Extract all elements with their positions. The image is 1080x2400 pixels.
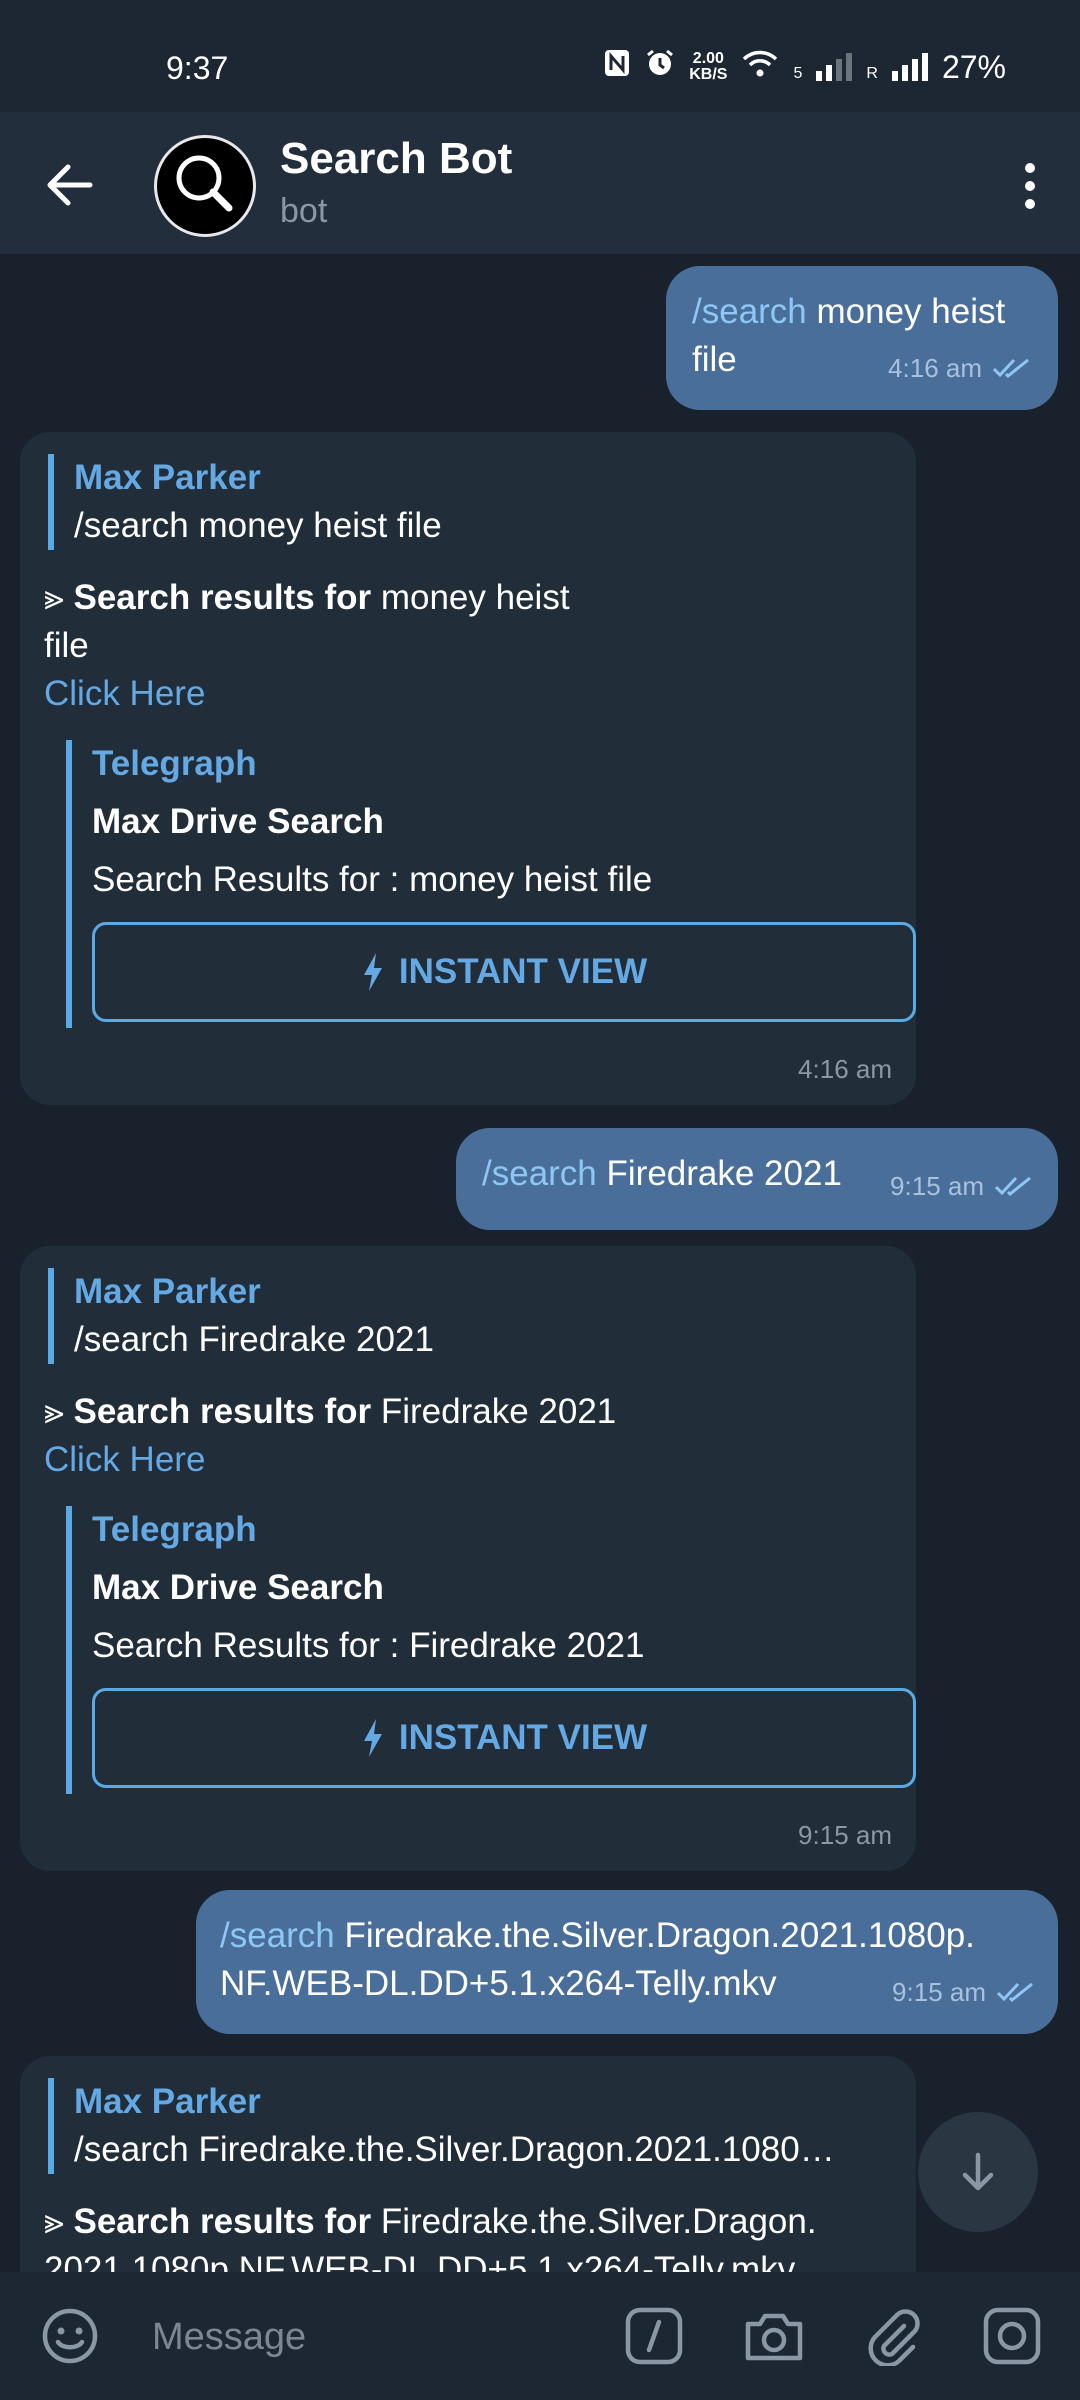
chat-subtitle: bot: [280, 192, 328, 230]
sim1-label: 5: [793, 65, 803, 82]
message-text: ⪢ Search results for Firedrake 2021: [44, 1392, 617, 1431]
reply-text: /search Firedrake 2021: [74, 1320, 434, 1359]
command-link[interactable]: /search: [220, 1916, 335, 1955]
double-check-icon: [994, 1176, 1031, 1197]
incoming-message[interactable]: Max Parker /search Firedrake 2021 ⪢ Sear…: [20, 1246, 916, 1871]
message-meta: 9:15 am: [890, 1162, 1034, 1210]
command-link[interactable]: /search: [692, 292, 807, 331]
paperclip-icon: [868, 2309, 920, 2366]
preview-description: Search Results for : money heist file: [92, 860, 653, 899]
arrow-bullet-icon: ⪢: [44, 1392, 64, 1431]
link-preview[interactable]: Telegraph Max Drive Search Search Result…: [66, 740, 916, 1028]
arrow-bullet-icon: ⪢: [44, 2202, 64, 2241]
preview-title: Max Drive Search: [92, 1568, 384, 1607]
message-time: 9:15 am: [892, 1977, 986, 2007]
slash-command-icon: [625, 2307, 683, 2365]
message-time: 4:16 am: [888, 353, 982, 383]
incoming-message[interactable]: Max Parker /search Firedrake.the.Silver.…: [20, 2056, 916, 2272]
reply-quote[interactable]: Max Parker /search Firedrake 2021: [48, 1268, 892, 1364]
message-time: 4:16 am: [798, 1054, 892, 1084]
camera-icon: [745, 2313, 803, 2361]
reply-text: /search Firedrake.the.Silver.Dragon.2021…: [74, 2130, 835, 2169]
lightning-icon: [363, 1719, 382, 1757]
chat-area[interactable]: /search money heist file 4:16 am Max Par…: [0, 254, 1080, 2272]
status-time: 9:37: [166, 50, 229, 86]
command-link[interactable]: /search: [482, 1154, 597, 1193]
attach-button[interactable]: [860, 2302, 928, 2370]
emoji-icon: [42, 2308, 98, 2364]
preview-title: Max Drive Search: [92, 802, 384, 841]
sim2-label: R: [866, 65, 878, 82]
chat-header: Search Bot bot: [0, 112, 1080, 254]
avatar[interactable]: [154, 135, 256, 237]
magnifier-icon: [176, 155, 233, 212]
instant-view-button[interactable]: INSTANT VIEW: [92, 922, 916, 1022]
reply-quote[interactable]: Max Parker /search money heist file: [48, 454, 892, 550]
preview-site: Telegraph: [92, 744, 257, 783]
outgoing-message[interactable]: /search money heist file 4:16 am: [666, 266, 1058, 410]
video-message-icon: [983, 2307, 1041, 2365]
wifi-icon: [741, 48, 779, 86]
scroll-down-button[interactable]: [918, 2112, 1038, 2232]
bot-commands-button[interactable]: [620, 2302, 688, 2370]
preview-site: Telegraph: [92, 1510, 257, 1549]
message-time: 9:15 am: [890, 1171, 984, 1201]
arrow-bullet-icon: ⪢: [44, 578, 64, 617]
emoji-button[interactable]: [36, 2302, 104, 2370]
reply-author: Max Parker: [74, 1272, 261, 1311]
double-check-icon: [996, 1982, 1033, 2003]
arrow-left-icon: [47, 164, 93, 206]
click-here-link[interactable]: Click Here: [44, 670, 892, 718]
status-bar: 9:37 2.00 KB/S 5 R 27%: [0, 0, 1080, 112]
message-composer: [0, 2272, 1080, 2400]
chat-title[interactable]: Search Bot: [280, 134, 512, 184]
reply-quote[interactable]: Max Parker /search Firedrake.the.Silver.…: [48, 2078, 892, 2174]
camera-button[interactable]: [740, 2302, 808, 2370]
signal-sim2-icon: [891, 53, 928, 81]
lightning-icon: [363, 953, 382, 991]
double-check-icon: [992, 358, 1029, 379]
message-text: ⪢ Search results for money heist file: [44, 578, 570, 665]
more-menu-button[interactable]: [1010, 156, 1050, 216]
status-icons: 2.00 KB/S 5 R 27%: [603, 48, 1006, 86]
reply-author: Max Parker: [74, 458, 261, 497]
message-meta: 4:16 am: [888, 344, 1032, 392]
preview-description: Search Results for : Firedrake 2021: [92, 1626, 645, 1665]
network-speed: 2.00 KB/S: [689, 50, 728, 83]
outgoing-message[interactable]: /search Firedrake 2021 9:15 am: [456, 1128, 1058, 1230]
nfc-icon: [603, 48, 631, 86]
message-text: ⪢ Search results for Firedrake.the.Silve…: [44, 2202, 817, 2272]
signal-sim1-icon: [816, 53, 853, 81]
incoming-message[interactable]: Max Parker /search money heist file ⪢ Se…: [20, 432, 916, 1105]
reply-author: Max Parker: [74, 2082, 261, 2121]
battery-percent: 27%: [941, 48, 1006, 85]
instant-camera-button[interactable]: [978, 2302, 1046, 2370]
message-meta: 9:15 am: [892, 1968, 1036, 2016]
back-button[interactable]: [40, 157, 100, 213]
arrow-down-icon: [962, 2152, 994, 2191]
alarm-icon: [645, 48, 675, 86]
reply-text: /search money heist file: [74, 506, 442, 545]
outgoing-message[interactable]: /search Firedrake.the.Silver.Dragon.2021…: [196, 1890, 1058, 2034]
more-vertical-icon: [1025, 163, 1035, 209]
instant-view-button[interactable]: INSTANT VIEW: [92, 1688, 916, 1788]
message-input[interactable]: [150, 2302, 594, 2372]
click-here-link[interactable]: Click Here: [44, 1436, 892, 1484]
link-preview[interactable]: Telegraph Max Drive Search Search Result…: [66, 1506, 916, 1794]
message-time: 9:15 am: [798, 1820, 892, 1850]
